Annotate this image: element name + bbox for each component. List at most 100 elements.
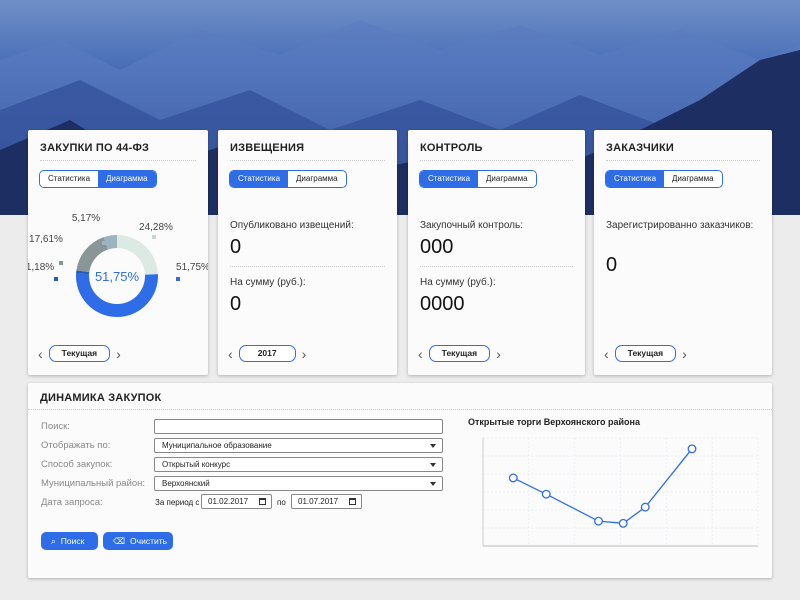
period-pager: ‹ Текущая ›: [604, 345, 687, 362]
control-value: 000: [420, 236, 454, 258]
calendar-icon[interactable]: [259, 498, 266, 505]
next-arrow-icon[interactable]: ›: [682, 346, 687, 362]
date-from-value: 01.02.2017: [208, 497, 249, 506]
data-point[interactable]: [618, 518, 628, 528]
search-input[interactable]: [154, 419, 443, 434]
tab-statistics[interactable]: Статистика: [420, 171, 479, 187]
selected-value: Муниципальное образование: [162, 441, 272, 450]
period-button[interactable]: Текущая: [48, 345, 111, 362]
slice-marker: [59, 261, 63, 265]
donut-center-label: 51,75%: [95, 269, 140, 284]
tab-diagram[interactable]: Диаграмма: [664, 171, 722, 187]
divider: [28, 409, 772, 410]
view-toggle: Статистика Диаграмма: [419, 170, 537, 188]
period-button[interactable]: Текущая: [428, 345, 491, 362]
series-line: [512, 448, 693, 524]
search-icon: ⌕: [51, 536, 56, 546]
divider: [420, 266, 573, 267]
search-button-label: Поиск: [60, 536, 85, 546]
search-label: Поиск:: [41, 421, 70, 432]
period-pager: ‹ Текущая ›: [418, 345, 501, 362]
district-label: Муниципальный район:: [41, 478, 146, 489]
tab-diagram[interactable]: Диаграмма: [288, 171, 346, 187]
data-point[interactable]: [508, 473, 518, 483]
data-point[interactable]: [640, 502, 650, 512]
sum-label: На сумму (руб.):: [230, 277, 306, 288]
panel-title: ДИНАМИКА ЗАКУПОК: [40, 392, 162, 404]
search-button[interactable]: ⌕ Поиск: [41, 532, 98, 550]
clear-button[interactable]: ⌫ Очистить: [103, 532, 173, 550]
donut-chart: 24,28% 51,75% 1,18% 17,61% 5,17% 51,75%: [28, 213, 208, 317]
view-toggle: Статистика Диаграмма: [39, 170, 157, 188]
card-title: ЗАКАЗЧИКИ: [606, 142, 675, 154]
period-pager: ‹ 2017 ›: [228, 345, 306, 362]
tab-statistics[interactable]: Статистика: [606, 171, 665, 187]
selected-value: Открытый конкурс: [162, 460, 231, 469]
tab-diagram[interactable]: Диаграмма: [478, 171, 536, 187]
card-title: ЗАКУПКИ ПО 44-ФЗ: [40, 142, 150, 154]
card-control: КОНТРОЛЬ Статистика Диаграмма Закупочный…: [408, 130, 585, 375]
next-arrow-icon[interactable]: ›: [302, 346, 307, 362]
dropdown-caret-icon: [430, 482, 436, 486]
card-notices: ИЗВЕЩЕНИЯ Статистика Диаграмма Опубликов…: [218, 130, 397, 375]
divider: [230, 160, 385, 161]
procurement-dynamics-panel: ДИНАМИКА ЗАКУПОК Поиск: Отображать по: М…: [28, 383, 772, 578]
tab-statistics[interactable]: Статистика: [230, 171, 289, 187]
sum-value: 0: [230, 293, 242, 315]
card-procurement-44fz: ЗАКУПКИ ПО 44-ФЗ Статистика Диаграмма 24…: [28, 130, 208, 375]
control-label: Закупочный контроль:: [420, 220, 524, 231]
data-point[interactable]: [541, 489, 551, 499]
next-arrow-icon[interactable]: ›: [496, 346, 501, 362]
published-value: 0: [230, 236, 242, 258]
prev-arrow-icon[interactable]: ‹: [228, 346, 233, 362]
divider: [230, 266, 385, 267]
slice-marker: [176, 277, 180, 281]
slice-label: 51,75%: [176, 262, 208, 273]
period-from-label: За период с: [155, 498, 200, 507]
divider: [606, 160, 760, 161]
method-select[interactable]: Открытый конкурс: [154, 457, 443, 472]
divider: [40, 160, 196, 161]
date-to-value: 01.07.2017: [298, 497, 339, 506]
slice-label: 24,28%: [139, 222, 173, 233]
prev-arrow-icon[interactable]: ‹: [604, 346, 609, 362]
year-button[interactable]: 2017: [238, 345, 296, 362]
line-chart: [482, 437, 759, 547]
slice-marker: [152, 235, 156, 239]
clear-button-label: Очистить: [130, 536, 168, 546]
prev-arrow-icon[interactable]: ‹: [38, 346, 43, 362]
display-by-select[interactable]: Муниципальное образование: [154, 438, 443, 453]
method-label: Способ закупок:: [41, 459, 113, 470]
slice-label: 1,18%: [28, 262, 54, 273]
display-by-label: Отображать по:: [41, 440, 111, 451]
registered-value: 0: [606, 254, 618, 276]
chart-title: Открытые торги Верхоянского района: [468, 417, 640, 427]
clear-icon: ⌫: [113, 536, 126, 546]
calendar-icon[interactable]: [349, 498, 356, 505]
date-to-input[interactable]: 01.07.2017: [291, 494, 362, 509]
date-label: Дата запроса:: [41, 497, 103, 508]
selected-value: Верхоянский: [162, 479, 210, 488]
next-arrow-icon[interactable]: ›: [116, 346, 121, 362]
slice-label: 17,61%: [29, 234, 63, 245]
period-pager: ‹ Текущая ›: [38, 345, 121, 362]
district-select[interactable]: Верхоянский: [154, 476, 443, 491]
data-point[interactable]: [687, 444, 697, 454]
period-to-label: по: [277, 498, 286, 507]
tab-diagram[interactable]: Диаграмма: [98, 171, 156, 187]
date-from-input[interactable]: 01.02.2017: [201, 494, 272, 509]
prev-arrow-icon[interactable]: ‹: [418, 346, 423, 362]
published-label: Опубликовано извещений:: [230, 220, 354, 231]
card-customers: ЗАКАЗЧИКИ Статистика Диаграмма Зарегистр…: [594, 130, 772, 375]
tab-statistics[interactable]: Статистика: [40, 171, 99, 187]
slice-marker: [102, 241, 106, 245]
dropdown-caret-icon: [430, 444, 436, 448]
view-toggle: Статистика Диаграмма: [229, 170, 347, 188]
registered-label: Зарегистрированно заказчиков:: [606, 220, 754, 231]
view-toggle: Статистика Диаграмма: [605, 170, 723, 188]
card-title: ИЗВЕЩЕНИЯ: [230, 142, 305, 154]
sum-value: 0000: [420, 293, 465, 315]
period-button[interactable]: Текущая: [614, 345, 677, 362]
data-point[interactable]: [594, 516, 603, 526]
sum-label: На сумму (руб.):: [420, 277, 496, 288]
